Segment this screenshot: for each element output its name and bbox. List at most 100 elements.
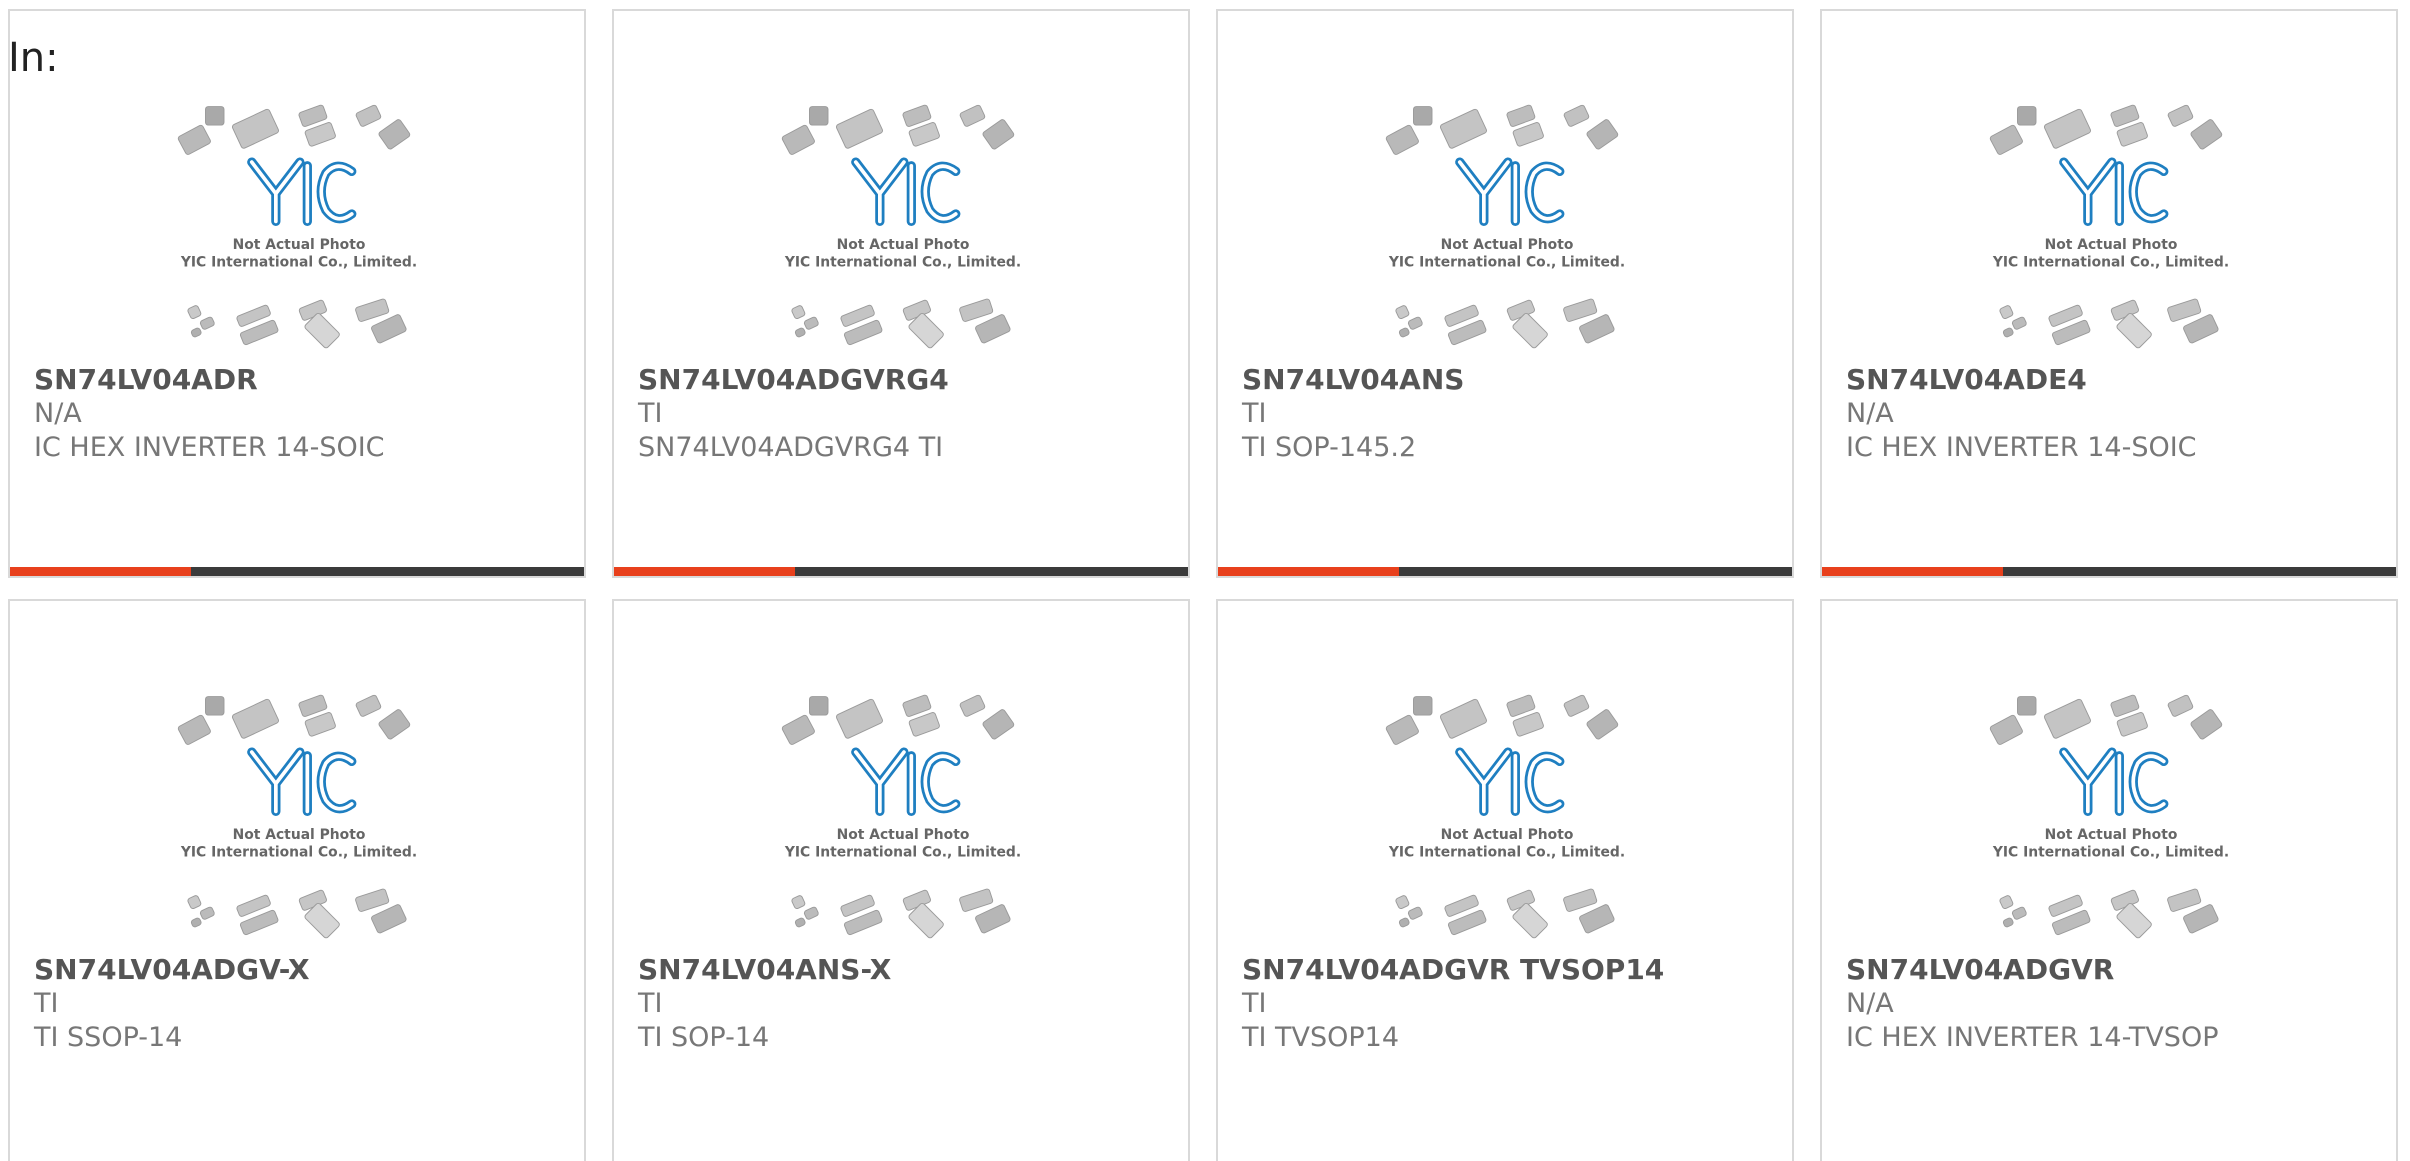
product-card[interactable]: Not Actual Photo YIC International Co., L… [612,9,1190,578]
chip-icons-top [1385,104,1619,155]
placeholder-caption-line1: Not Actual Photo [233,237,366,253]
product-info: SN74LV04ADGVR N/A IC HEX INVERTER 14-TVS… [1846,953,2384,1055]
product-listing-page: In: Not Actual Photo YIC International Co… [0,0,2410,1161]
product-card[interactable]: Not Actual Photo YIC International Co., L… [1820,599,2398,1161]
product-placeholder-image: Not Actual Photo YIC International Co., L… [1976,101,2246,351]
yic-logo [851,747,961,816]
placeholder-caption-line1: Not Actual Photo [2045,827,2178,843]
placeholder-caption-line1: Not Actual Photo [1441,827,1574,843]
product-placeholder-image: Not Actual Photo YIC International Co., L… [1372,101,1642,351]
placeholder-graphic: Not Actual Photo YIC International Co., L… [781,104,1021,349]
product-placeholder-image: Not Actual Photo YIC International Co., L… [1372,691,1642,941]
yic-logo [1455,747,1565,816]
product-grid: Not Actual Photo YIC International Co., L… [0,0,2410,1161]
chip-icons-bottom [187,888,407,939]
product-manufacturer: TI [1242,988,1267,1019]
product-part-number[interactable]: SN74LV04ADGVR TVSOP14 [1242,953,1780,987]
chip-icons-top [1989,104,2223,155]
yic-logo [2059,747,2169,816]
placeholder-caption-line1: Not Actual Photo [233,827,366,843]
product-placeholder-image: Not Actual Photo YIC International Co., L… [164,101,434,351]
placeholder-graphic: Not Actual Photo YIC International Co., L… [1385,694,1625,939]
product-manufacturer: TI [638,988,663,1019]
product-description: IC HEX INVERTER 14-TVSOP [1846,1022,2219,1053]
yic-logo [2059,157,2169,226]
yic-logo [1455,157,1565,226]
product-card[interactable]: Not Actual Photo YIC International Co., L… [8,599,586,1161]
product-manufacturer: N/A [1846,988,1894,1019]
product-placeholder-image: Not Actual Photo YIC International Co., L… [768,691,1038,941]
placeholder-graphic: Not Actual Photo YIC International Co., L… [1989,104,2229,349]
placeholder-caption-line1: Not Actual Photo [837,827,970,843]
chip-icons-top [177,104,411,155]
product-manufacturer: N/A [1846,398,1894,429]
product-info: SN74LV04ADR N/A IC HEX INVERTER 14-SOIC [34,363,572,465]
chip-icons-bottom [1395,888,1615,939]
card-accent-bar [1822,567,2396,576]
placeholder-caption-line2: YIC International Co., Limited. [1388,255,1625,271]
placeholder-caption-line1: Not Actual Photo [1441,237,1574,253]
product-part-number[interactable]: SN74LV04ADGVRG4 [638,363,1176,397]
chip-icons-bottom [791,298,1011,349]
chip-icons-top [1385,694,1619,745]
placeholder-caption-line2: YIC International Co., Limited. [180,845,417,861]
product-card[interactable]: Not Actual Photo YIC International Co., L… [8,9,586,578]
product-placeholder-image: Not Actual Photo YIC International Co., L… [1976,691,2246,941]
placeholder-graphic: Not Actual Photo YIC International Co., L… [1385,104,1625,349]
chip-icons-top [781,104,1015,155]
product-part-number[interactable]: SN74LV04ANS [1242,363,1780,397]
placeholder-caption-line2: YIC International Co., Limited. [1388,845,1625,861]
product-card[interactable]: Not Actual Photo YIC International Co., L… [1216,599,1794,1161]
product-info: SN74LV04ADE4 N/A IC HEX INVERTER 14-SOIC [1846,363,2384,465]
product-manufacturer: N/A [34,398,82,429]
product-placeholder-image: Not Actual Photo YIC International Co., L… [768,101,1038,351]
product-description: TI SSOP-14 [34,1022,183,1053]
placeholder-caption-line1: Not Actual Photo [837,237,970,253]
product-manufacturer: TI [34,988,59,1019]
chip-icons-top [1989,694,2223,745]
chip-icons-bottom [1999,298,2219,349]
placeholder-caption-line2: YIC International Co., Limited. [784,845,1021,861]
card-accent-bar [614,567,1188,576]
yic-logo [851,157,961,226]
chip-icons-bottom [1395,298,1615,349]
product-description: IC HEX INVERTER 14-SOIC [1846,432,2197,463]
product-placeholder-image: Not Actual Photo YIC International Co., L… [164,691,434,941]
chip-icons-bottom [1999,888,2219,939]
placeholder-caption-line1: Not Actual Photo [2045,237,2178,253]
product-card[interactable]: Not Actual Photo YIC International Co., L… [1820,9,2398,578]
product-part-number[interactable]: SN74LV04ADGV-X [34,953,572,987]
product-info: SN74LV04ADGVR TVSOP14 TI TI TVSOP14 [1242,953,1780,1055]
placeholder-caption-line2: YIC International Co., Limited. [1992,255,2229,271]
product-part-number[interactable]: SN74LV04ADGVR [1846,953,2384,987]
product-description: SN74LV04ADGVRG4 TI [638,432,944,463]
placeholder-graphic: Not Actual Photo YIC International Co., L… [1989,694,2229,939]
chip-icons-bottom [791,888,1011,939]
product-card[interactable]: Not Actual Photo YIC International Co., L… [1216,9,1794,578]
product-info: SN74LV04ADGV-X TI TI SSOP-14 [34,953,572,1055]
placeholder-graphic: Not Actual Photo YIC International Co., L… [781,694,1021,939]
product-info: SN74LV04ANS TI TI SOP-145.2 [1242,363,1780,465]
product-manufacturer: TI [638,398,663,429]
product-part-number[interactable]: SN74LV04ADE4 [1846,363,2384,397]
product-description: TI SOP-145.2 [1242,432,1417,463]
placeholder-graphic: Not Actual Photo YIC International Co., L… [177,694,417,939]
in-label: In: [8,35,59,81]
product-part-number[interactable]: SN74LV04ANS-X [638,953,1176,987]
yic-logo [247,157,357,226]
placeholder-caption-line2: YIC International Co., Limited. [180,255,417,271]
product-card[interactable]: Not Actual Photo YIC International Co., L… [612,599,1190,1161]
placeholder-caption-line2: YIC International Co., Limited. [784,255,1021,271]
card-accent-bar [10,567,584,576]
chip-icons-bottom [187,298,407,349]
product-description: TI SOP-14 [638,1022,770,1053]
chip-icons-top [781,694,1015,745]
product-description: TI TVSOP14 [1242,1022,1400,1053]
placeholder-caption-line2: YIC International Co., Limited. [1992,845,2229,861]
card-accent-bar [1218,567,1792,576]
placeholder-graphic: Not Actual Photo YIC International Co., L… [177,104,417,349]
chip-icons-top [177,694,411,745]
product-info: SN74LV04ANS-X TI TI SOP-14 [638,953,1176,1055]
product-part-number[interactable]: SN74LV04ADR [34,363,572,397]
yic-logo [247,747,357,816]
